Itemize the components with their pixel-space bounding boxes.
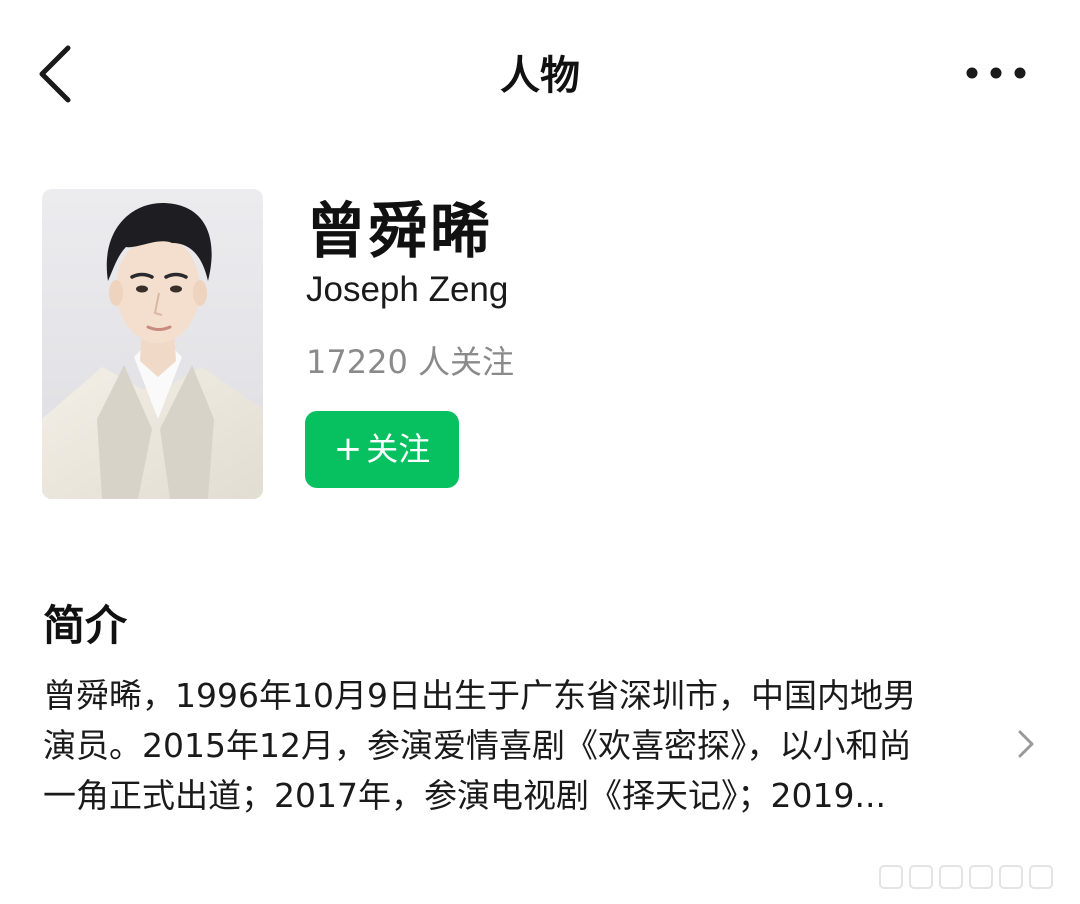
intro-line: 演员。2015年12月，参演爱情喜剧《欢喜密探》，以小和尚 [43,726,912,765]
person-name-english: Joseph Zeng [306,270,509,309]
more-dots-icon [962,55,1032,91]
page-title: 人物 [500,53,580,99]
intro-title: 简介 [43,601,128,650]
intro-line: 一角正式出道；2017年，参演电视剧《择天记》；2019... [43,776,886,815]
plus-icon: + [333,429,363,469]
chevron-right-icon [1013,726,1039,762]
follower-count: 17220 人关注 [306,343,514,381]
follow-button[interactable]: + 关注 [305,411,459,488]
more-button[interactable] [962,55,1032,91]
watermark-mark [878,862,1064,892]
profile-photo[interactable] [42,189,263,499]
person-name: 曾舜晞 [306,197,492,267]
intro-line: 曾舜晞，1996年10月9日出生于广东省深圳市，中国内地男 [43,676,916,715]
nav-bar: 人物 [0,0,1080,150]
follow-button-label: 关注 [366,430,431,468]
